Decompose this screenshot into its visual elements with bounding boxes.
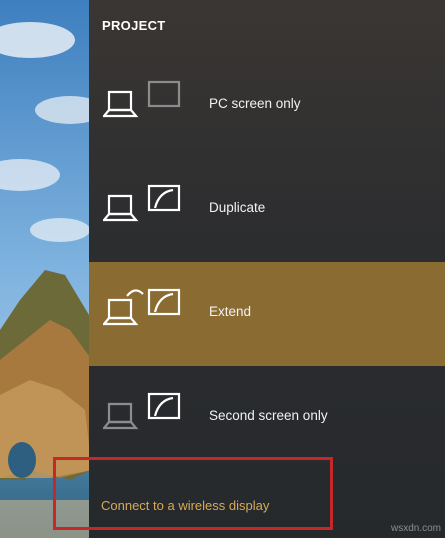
option-duplicate[interactable]: Duplicate — [89, 158, 445, 262]
option-label: Second screen only — [209, 408, 328, 423]
pc-screen-only-icon — [103, 80, 181, 118]
project-panel: PROJECT PC screen only Duplicate Extend — [89, 0, 445, 538]
connect-wireless-display-link[interactable]: Connect to a wireless display — [101, 498, 269, 513]
duplicate-icon — [103, 184, 181, 222]
option-second-screen-only[interactable]: Second screen only — [89, 366, 445, 470]
option-label: Duplicate — [209, 200, 266, 215]
option-label: Extend — [209, 304, 252, 319]
option-extend[interactable]: Extend — [89, 262, 445, 366]
panel-title: PROJECT — [102, 18, 166, 33]
extend-icon — [103, 288, 181, 326]
option-label: PC screen only — [209, 96, 301, 111]
watermark: wsxdn.com — [390, 523, 441, 534]
second-screen-only-icon — [103, 392, 181, 430]
option-pc-screen-only[interactable]: PC screen only — [89, 54, 445, 158]
